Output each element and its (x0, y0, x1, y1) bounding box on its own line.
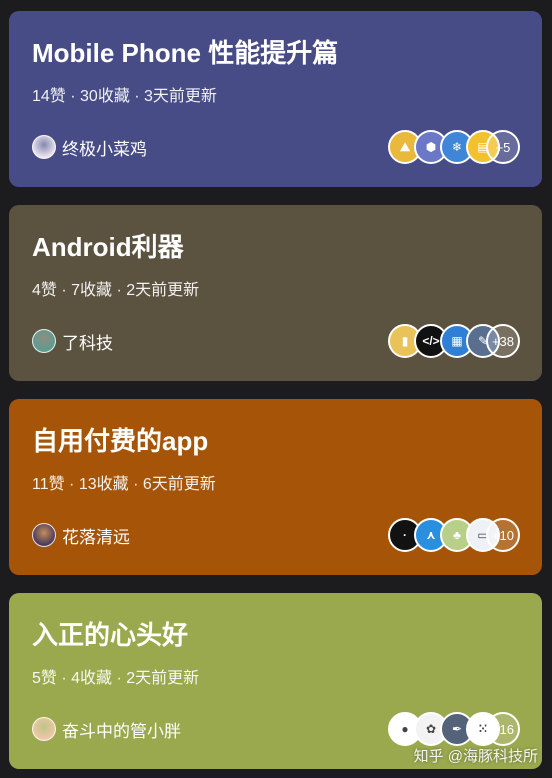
collection-title: Mobile Phone 性能提升篇 (32, 38, 339, 68)
collection-card[interactable]: 入正的心头好 5赞 · 4收藏 · 2天前更新 奋斗中的管小胖 ● ✿ ✒ ⁙ … (9, 593, 542, 769)
author-link[interactable]: 了科技 (32, 327, 113, 355)
author-link[interactable]: 花落清远 (32, 521, 130, 549)
author-link[interactable]: 奋斗中的管小胖 (32, 715, 181, 743)
card-footer: 终极小菜鸡 ⛰ ⬢ ❄ ▤ +5 (32, 130, 520, 164)
app-icon-stack[interactable]: ● ✿ ✒ ⁙ +16 (388, 712, 520, 746)
app-icon-stack[interactable]: · ⋏ ♣ ▭ +10 (388, 518, 520, 552)
collection-card[interactable]: 自用付费的app 11赞 · 13收藏 · 6天前更新 花落清远 · ⋏ ♣ ▭… (9, 399, 542, 575)
more-apps-count: +10 (486, 518, 520, 552)
collection-card[interactable]: Android利器 4赞 · 7收藏 · 2天前更新 了科技 ▮ </> ▦ ✎… (9, 205, 542, 381)
author-name: 花落清远 (62, 527, 130, 547)
collection-title: 自用付费的app (32, 426, 209, 456)
author-link[interactable]: 终极小菜鸡 (32, 133, 147, 161)
avatar (32, 523, 56, 547)
author-name: 奋斗中的管小胖 (62, 721, 181, 741)
app-icon-stack[interactable]: ▮ </> ▦ ✎ +38 (388, 324, 520, 358)
collection-stats: 11赞 · 13收藏 · 6天前更新 (32, 476, 216, 493)
card-footer: 奋斗中的管小胖 ● ✿ ✒ ⁙ +16 (32, 712, 520, 746)
avatar (32, 717, 56, 741)
collection-stats: 4赞 · 7收藏 · 2天前更新 (32, 282, 200, 299)
author-name: 终极小菜鸡 (62, 139, 147, 159)
collection-stats: 5赞 · 4收藏 · 2天前更新 (32, 670, 200, 687)
card-footer: 了科技 ▮ </> ▦ ✎ +38 (32, 324, 520, 358)
more-apps-count: +38 (486, 324, 520, 358)
collection-stats: 14赞 · 30收藏 · 3天前更新 (32, 88, 217, 105)
app-icon-stack[interactable]: ⛰ ⬢ ❄ ▤ +5 (388, 130, 520, 164)
card-footer: 花落清远 · ⋏ ♣ ▭ +10 (32, 518, 520, 552)
collection-title: Android利器 (32, 232, 184, 262)
more-apps-count: +5 (486, 130, 520, 164)
collection-title: 入正的心头好 (32, 620, 189, 650)
avatar (32, 329, 56, 353)
collection-card[interactable]: Mobile Phone 性能提升篇 14赞 · 30收藏 · 3天前更新 终极… (9, 11, 542, 187)
more-apps-count: +16 (486, 712, 520, 746)
watermark: 知乎 @海豚科技所 (413, 748, 538, 765)
avatar (32, 135, 56, 159)
author-name: 了科技 (62, 333, 113, 353)
